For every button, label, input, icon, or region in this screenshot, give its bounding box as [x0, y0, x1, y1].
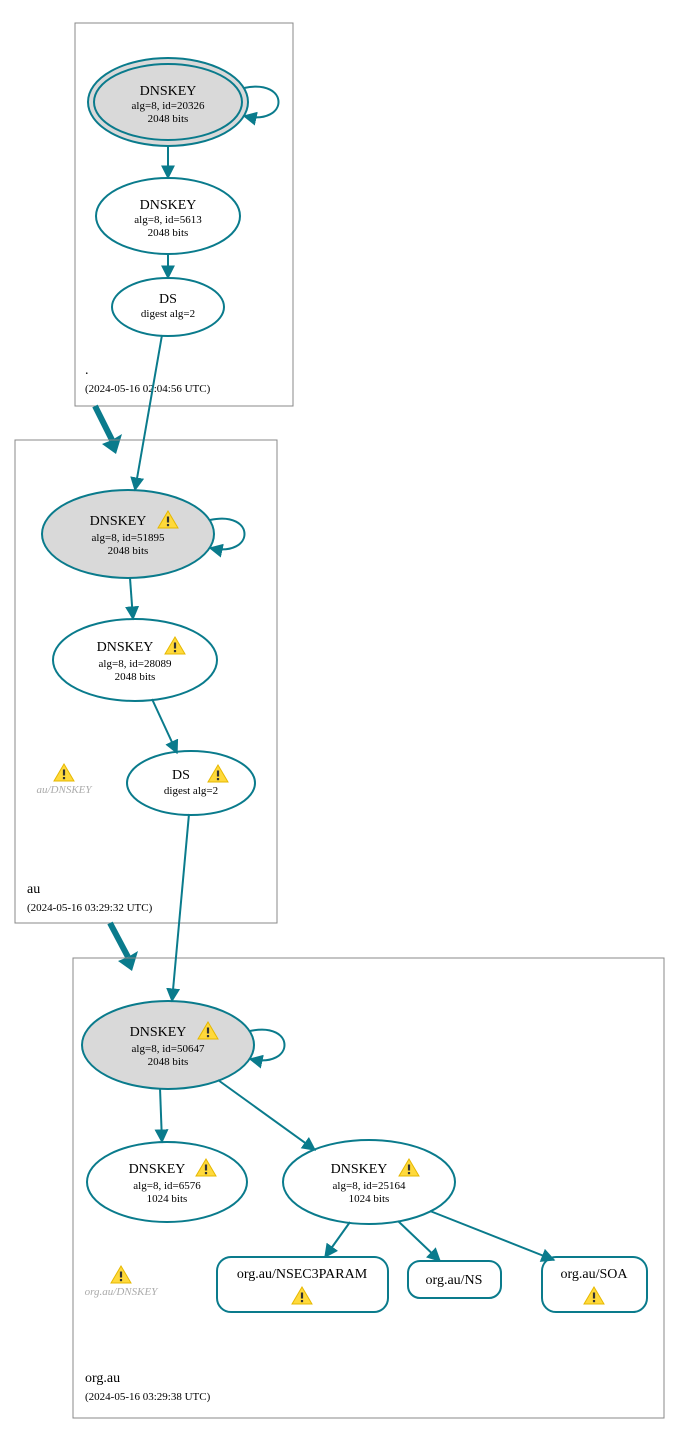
node-root-ds: DS digest alg=2	[112, 278, 224, 336]
node-root-ksk-l1: alg=8, id=20326	[132, 100, 205, 112]
node-org-zsk1-l2: 1024 bits	[147, 1193, 188, 1205]
zone-org-name: org.au	[85, 1371, 120, 1386]
node-au-zsk-title: DNSKEY	[97, 640, 154, 655]
node-org-soa: org.au/SOA	[542, 1257, 647, 1312]
node-org-ksk-l2: 2048 bits	[148, 1056, 189, 1068]
node-org-zsk1-l1: alg=8, id=6576	[133, 1180, 201, 1192]
node-org-zsk1: DNSKEY alg=8, id=6576 1024 bits	[87, 1142, 247, 1222]
zone-au-ts: (2024-05-16 03:29:32 UTC)	[27, 902, 153, 914]
edge-zone-au-org	[110, 923, 128, 957]
node-root-ksk: DNSKEY alg=8, id=20326 2048 bits	[88, 58, 248, 146]
edge-rootds-auksk	[135, 335, 162, 490]
zone-root-name: .	[85, 363, 89, 378]
node-root-ds-l1: digest alg=2	[141, 308, 195, 320]
node-org-zsk2-l2: 1024 bits	[349, 1193, 390, 1205]
node-au-zsk-l1: alg=8, id=28089	[99, 658, 172, 670]
node-org-ns: org.au/NS	[408, 1261, 501, 1298]
edge-zone-root-au	[95, 406, 112, 440]
edge-root-ksk-self	[244, 87, 279, 118]
node-root-zsk-title: DNSKEY	[140, 198, 197, 213]
edge-auksk-auzsk	[130, 578, 133, 619]
node-root-ksk-l2: 2048 bits	[148, 113, 189, 125]
node-root-zsk: DNSKEY alg=8, id=5613 2048 bits	[96, 178, 240, 254]
node-org-zsk2-l1: alg=8, id=25164	[333, 1180, 406, 1192]
node-au-ds-l1: digest alg=2	[164, 785, 218, 797]
edge-orgzsk2-ns	[398, 1221, 440, 1261]
svg-text:org.au/DNSKEY: org.au/DNSKEY	[85, 1286, 160, 1298]
edge-auds-orgksk	[172, 814, 189, 1001]
node-au-ksk-title: DNSKEY	[90, 514, 147, 529]
edge-au-ksk-self	[210, 519, 245, 550]
warning-icon	[111, 1266, 131, 1283]
edge-orgzsk2-soa	[430, 1211, 554, 1260]
svg-text:org.au/NS: org.au/NS	[426, 1273, 483, 1288]
edge-orgksk-orgzsk2	[218, 1080, 315, 1150]
ghost-au-dnskey: au/DNSKEY	[36, 764, 93, 796]
node-org-zsk2-title: DNSKEY	[331, 1162, 388, 1177]
edge-orgksk-orgzsk1	[160, 1088, 162, 1142]
node-au-ds: DS digest alg=2	[127, 751, 255, 815]
zone-root-ts: (2024-05-16 02:04:56 UTC)	[85, 383, 211, 395]
node-root-zsk-l2: 2048 bits	[148, 227, 189, 239]
node-root-ksk-title: DNSKEY	[140, 84, 197, 99]
zone-org-ts: (2024-05-16 03:29:38 UTC)	[85, 1391, 211, 1403]
ghost-org-dnskey: org.au/DNSKEY	[85, 1266, 160, 1298]
node-au-ksk: DNSKEY alg=8, id=51895 2048 bits	[42, 490, 214, 578]
dnssec-diagram: . (2024-05-16 02:04:56 UTC) DNSKEY alg=8…	[0, 0, 679, 1433]
edge-auzsk-auds	[152, 699, 177, 753]
node-org-zsk2: DNSKEY alg=8, id=25164 1024 bits	[283, 1140, 455, 1224]
node-au-ksk-l2: 2048 bits	[108, 545, 149, 557]
zone-au-name: au	[27, 882, 40, 897]
node-org-nsec3param: org.au/NSEC3PARAM	[217, 1257, 388, 1312]
warning-icon	[54, 764, 74, 781]
node-org-ksk-l1: alg=8, id=50647	[132, 1043, 205, 1055]
edge-orgzsk2-nsec3	[325, 1222, 350, 1257]
svg-text:org.au/NSEC3PARAM: org.au/NSEC3PARAM	[237, 1267, 368, 1282]
svg-text:org.au/SOA: org.au/SOA	[560, 1267, 628, 1282]
node-au-zsk: DNSKEY alg=8, id=28089 2048 bits	[53, 619, 217, 701]
node-org-ksk: DNSKEY alg=8, id=50647 2048 bits	[82, 1001, 254, 1089]
node-au-ds-title: DS	[172, 768, 190, 783]
node-org-zsk1-title: DNSKEY	[129, 1162, 186, 1177]
edge-org-ksk-self	[250, 1030, 285, 1061]
node-org-ksk-title: DNSKEY	[130, 1025, 187, 1040]
svg-text:au/DNSKEY: au/DNSKEY	[36, 784, 93, 796]
node-au-ksk-l1: alg=8, id=51895	[92, 532, 165, 544]
node-root-zsk-l1: alg=8, id=5613	[134, 214, 202, 226]
node-au-zsk-l2: 2048 bits	[115, 671, 156, 683]
node-root-ds-title: DS	[159, 292, 177, 307]
